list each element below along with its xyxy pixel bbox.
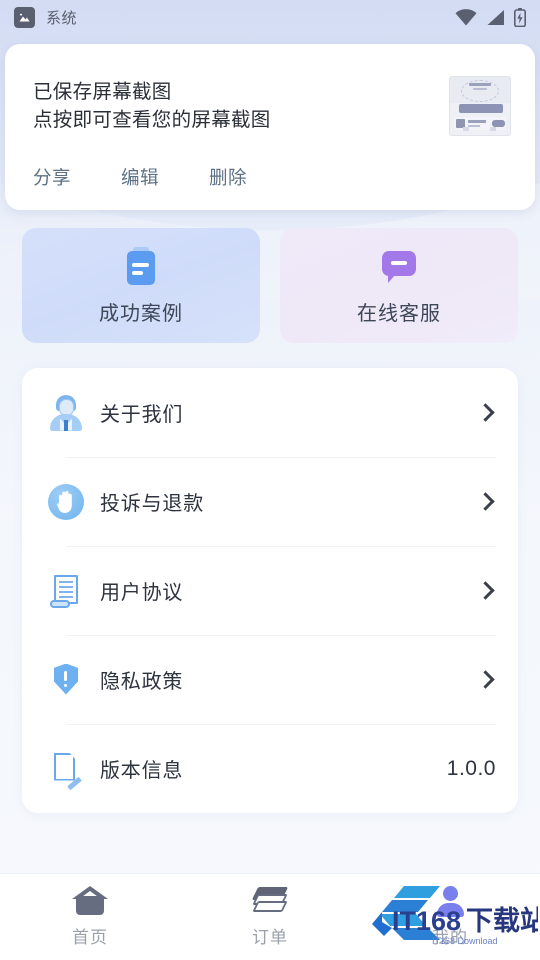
- menu-item-label: 投诉与退款: [100, 493, 204, 515]
- delete-button[interactable]: 删除: [209, 162, 247, 192]
- status-bar-app-name: 系统: [46, 9, 78, 27]
- status-bar: 系统: [0, 0, 540, 34]
- menu-item-label: 用户协议: [100, 582, 184, 604]
- status-bar-left: 系统: [14, 6, 78, 28]
- share-button[interactable]: 分享: [33, 162, 71, 192]
- chevron-right-icon: [476, 403, 495, 422]
- person-icon: [44, 394, 88, 431]
- document-icon: [120, 245, 162, 287]
- menu-item-user-agreement[interactable]: 用户协议: [44, 546, 496, 635]
- tab-orders[interactable]: 订单: [180, 874, 360, 960]
- shield-icon: [44, 662, 88, 698]
- profile-icon: [432, 886, 468, 917]
- battery-charging-icon: [514, 7, 526, 27]
- tab-label: 订单: [252, 928, 288, 947]
- menu-item-right: 1.0.0: [447, 757, 496, 781]
- chat-bubble-icon: [378, 245, 420, 287]
- menu-item-label: 隐私政策: [100, 671, 184, 693]
- menu-item-about-us[interactable]: 关于我们: [44, 368, 496, 457]
- status-bar-right: [455, 7, 526, 27]
- chevron-right-icon: [476, 492, 495, 511]
- quick-card-success-cases[interactable]: 成功案例: [22, 228, 260, 343]
- signal-icon: [486, 9, 505, 26]
- menu-item-right: [476, 670, 496, 689]
- tab-home[interactable]: 首页: [0, 874, 180, 960]
- image-icon: [14, 6, 35, 28]
- home-icon: [72, 886, 108, 916]
- menu-item-right: [476, 581, 496, 600]
- settings-menu-card: 关于我们 投诉与退款 用户协议 隐私政策 版本信息 1.0.0: [22, 368, 518, 813]
- menu-item-right: [476, 492, 496, 511]
- notification-subtitle: 点按即可查看您的屏幕截图: [33, 109, 271, 132]
- tab-label: 首页: [72, 928, 108, 947]
- version-value: 1.0.0: [446, 756, 496, 780]
- menu-item-complaints-refunds[interactable]: 投诉与退款: [44, 457, 496, 546]
- notification-text: 已保存屏幕截图 点按即可查看您的屏幕截图: [33, 74, 439, 135]
- menu-item-version-info[interactable]: 版本信息 1.0.0: [44, 724, 496, 813]
- notification-title: 已保存屏幕截图: [33, 81, 172, 103]
- menu-item-label: 关于我们: [100, 404, 184, 426]
- hand-icon: [44, 483, 88, 520]
- notification-actions: 分享 编辑 删除: [33, 162, 511, 192]
- edit-button[interactable]: 编辑: [121, 162, 159, 192]
- tab-label: 我的: [432, 928, 468, 947]
- tab-profile[interactable]: 我的: [360, 874, 540, 960]
- chevron-right-icon: [476, 581, 495, 600]
- wifi-icon: [455, 8, 477, 26]
- menu-item-right: [476, 403, 496, 422]
- quick-actions-row: 成功案例 在线客服: [22, 228, 518, 343]
- quick-card-label: 在线客服: [357, 303, 441, 325]
- chevron-right-icon: [476, 670, 495, 689]
- agreement-icon: [44, 573, 88, 609]
- menu-item-label: 版本信息: [100, 760, 184, 782]
- bottom-tab-bar: 首页 订单 我的: [0, 873, 540, 960]
- version-icon: [44, 751, 88, 790]
- quick-card-online-service[interactable]: 在线客服: [280, 228, 518, 343]
- app-root: 系统 成功案例 在线客服 关于我们 投诉与退款 用户协议 隐私政策 版本信息 1…: [0, 0, 540, 960]
- menu-item-privacy-policy[interactable]: 隐私政策: [44, 635, 496, 724]
- orders-icon: [251, 886, 289, 916]
- quick-card-label: 成功案例: [99, 303, 183, 325]
- notification-body: 已保存屏幕截图 点按即可查看您的屏幕截图: [33, 74, 511, 136]
- screenshot-thumbnail[interactable]: [449, 76, 511, 136]
- screenshot-notification[interactable]: 已保存屏幕截图 点按即可查看您的屏幕截图 分享 编辑 删除: [5, 44, 535, 210]
